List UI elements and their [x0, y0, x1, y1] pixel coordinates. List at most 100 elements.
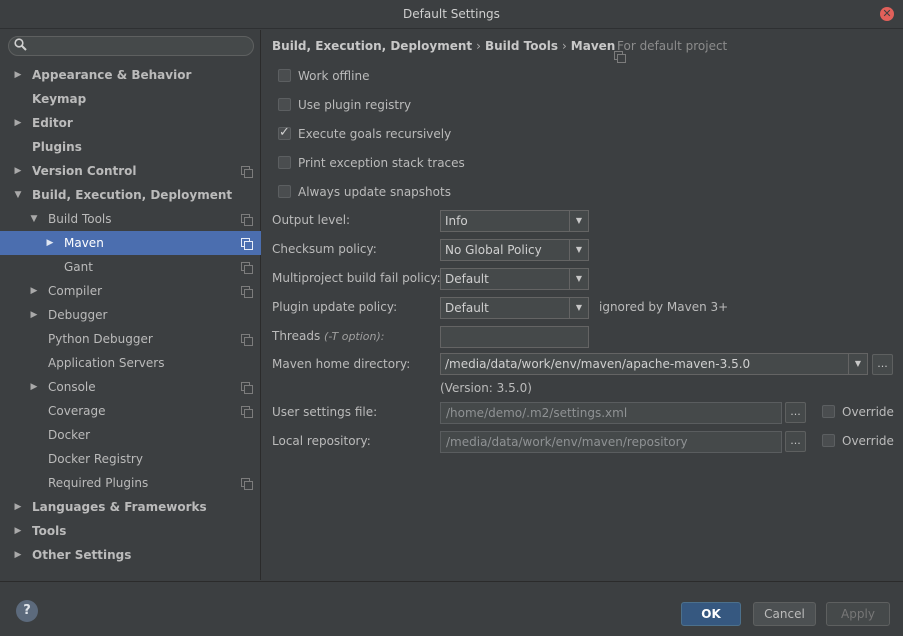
ok-button[interactable]: OK	[681, 602, 741, 626]
expand-right-icon[interactable]: ▶	[45, 231, 55, 255]
sidebar-item-compiler[interactable]: ▶ Compiler	[0, 279, 261, 303]
chevron-down-icon[interactable]: ▼	[569, 298, 588, 318]
user-settings-browse-button[interactable]: ...	[785, 402, 806, 423]
expand-down-icon[interactable]: ▼	[29, 207, 39, 231]
breadcrumb-part: Build Tools	[484, 39, 558, 53]
sidebar-item-build-execution-deployment[interactable]: ▼ Build, Execution, Deployment	[0, 183, 261, 207]
expand-right-icon[interactable]: ▶	[13, 543, 23, 567]
checkbox-box[interactable]	[278, 156, 291, 169]
search-icon	[14, 38, 27, 55]
checkbox-label: Execute goals recursively	[298, 127, 452, 141]
always-update-snapshots-checkbox[interactable]: Always update snapshots	[278, 183, 451, 201]
sidebar-item-editor[interactable]: ▶ Editor	[0, 111, 261, 135]
expand-down-icon[interactable]: ▼	[13, 183, 23, 207]
breadcrumb-separator: ›	[561, 39, 567, 53]
sidebar-item-label: Gant	[64, 260, 93, 274]
expand-right-icon[interactable]: ▶	[29, 375, 39, 399]
sidebar-item-coverage[interactable]: Coverage	[0, 399, 261, 423]
close-icon[interactable]: ✕	[880, 7, 894, 21]
expand-right-icon[interactable]: ▶	[29, 279, 39, 303]
threads-label-text: Threads	[272, 329, 321, 343]
chevron-down-icon[interactable]: ▼	[569, 240, 588, 260]
expand-right-icon[interactable]: ▶	[13, 495, 23, 519]
checksum-policy-select[interactable]: No Global Policy ▼	[440, 239, 589, 261]
chevron-down-icon[interactable]: ▼	[569, 269, 588, 289]
sidebar-item-other-settings[interactable]: ▶ Other Settings	[0, 543, 261, 567]
project-scope-icon	[241, 382, 253, 394]
expand-right-icon[interactable]: ▶	[13, 159, 23, 183]
sidebar-item-version-control[interactable]: ▶ Version Control	[0, 159, 261, 183]
sidebar-item-label: Coverage	[48, 404, 106, 418]
checkbox-box[interactable]	[822, 405, 835, 418]
sidebar-item-label: Console	[48, 380, 96, 394]
output-level-select[interactable]: Info ▼	[440, 210, 589, 232]
apply-button[interactable]: Apply	[826, 602, 890, 626]
sidebar-item-console[interactable]: ▶ Console	[0, 375, 261, 399]
plugin-update-policy-label: Plugin update policy:	[272, 300, 398, 314]
sidebar-item-languages-frameworks[interactable]: ▶ Languages & Frameworks	[0, 495, 261, 519]
sidebar-item-label: Other Settings	[32, 548, 132, 562]
expand-right-icon[interactable]: ▶	[13, 63, 23, 87]
checkbox-label: Always update snapshots	[298, 185, 451, 199]
plugin-update-policy-select[interactable]: Default ▼	[440, 297, 589, 319]
sidebar-item-label: Plugins	[32, 140, 82, 154]
expand-right-icon[interactable]: ▶	[13, 519, 23, 543]
expand-right-icon[interactable]: ▶	[29, 303, 39, 327]
checkbox-box[interactable]	[278, 98, 291, 111]
project-scope-icon	[241, 406, 253, 418]
sidebar-item-keymap[interactable]: Keymap	[0, 87, 261, 111]
breadcrumb-part: Maven	[570, 39, 616, 53]
use-plugin-registry-checkbox[interactable]: Use plugin registry	[278, 96, 411, 114]
sidebar-item-docker-registry[interactable]: Docker Registry	[0, 447, 261, 471]
local-repository-input[interactable]: /media/data/work/env/maven/repository	[440, 431, 782, 453]
checkbox-box[interactable]	[278, 185, 291, 198]
sidebar-item-required-plugins[interactable]: Required Plugins	[0, 471, 261, 495]
checkbox-label: Override	[842, 434, 894, 448]
project-scope-icon	[241, 238, 253, 250]
cancel-button[interactable]: Cancel	[753, 602, 816, 626]
help-icon[interactable]: ?	[16, 600, 38, 622]
title-bar: Default Settings ✕	[0, 0, 903, 29]
chevron-down-icon[interactable]: ▼	[569, 211, 588, 231]
sidebar-item-tools[interactable]: ▶ Tools	[0, 519, 261, 543]
user-settings-override-checkbox[interactable]: Override	[822, 403, 894, 421]
sidebar-item-debugger[interactable]: ▶ Debugger	[0, 303, 261, 327]
chevron-down-icon[interactable]: ▼	[848, 354, 867, 374]
user-settings-input[interactable]: /home/demo/.m2/settings.xml	[440, 402, 782, 424]
local-repository-override-checkbox[interactable]: Override	[822, 432, 894, 450]
print-exception-stack-traces-checkbox[interactable]: Print exception stack traces	[278, 154, 465, 172]
threads-input[interactable]	[440, 326, 589, 348]
search-input[interactable]	[8, 36, 254, 56]
threads-label: Threads (-T option):	[272, 325, 385, 347]
sidebar-item-label: Build Tools	[48, 212, 112, 226]
multiproject-fail-policy-select[interactable]: Default ▼	[440, 268, 589, 290]
breadcrumb: Build, Execution, Deployment › Build Tools…	[272, 39, 615, 53]
sidebar-item-gant[interactable]: Gant	[0, 255, 261, 279]
maven-home-select[interactable]: /media/data/work/env/maven/apache-maven-…	[440, 353, 868, 375]
checkbox-label: Print exception stack traces	[298, 156, 465, 170]
sidebar-item-label: Docker	[48, 428, 91, 442]
maven-home-browse-button[interactable]: ...	[872, 354, 893, 375]
sidebar-item-build-tools[interactable]: ▼ Build Tools	[0, 207, 261, 231]
select-value: Default	[445, 301, 489, 315]
local-repository-browse-button[interactable]: ...	[785, 431, 806, 452]
sidebar-item-label: Compiler	[48, 284, 103, 298]
sidebar-item-label: Application Servers	[48, 356, 165, 370]
plugin-update-policy-note: ignored by Maven 3+	[599, 300, 729, 314]
sidebar-item-application-servers[interactable]: Application Servers	[0, 351, 261, 375]
work-offline-checkbox[interactable]: Work offline	[278, 67, 369, 85]
project-scope-icon	[241, 214, 253, 226]
scope-text: For default project	[617, 39, 728, 53]
sidebar-item-appearance-behavior[interactable]: ▶ Appearance & Behavior	[0, 63, 261, 87]
sidebar-item-plugins[interactable]: Plugins	[0, 135, 261, 159]
expand-right-icon[interactable]: ▶	[13, 111, 23, 135]
checkbox-box[interactable]	[822, 434, 835, 447]
sidebar-item-docker[interactable]: Docker	[0, 423, 261, 447]
checkbox-box[interactable]	[278, 69, 291, 82]
project-scope-icon	[241, 478, 253, 490]
execute-goals-recursively-checkbox[interactable]: Execute goals recursively	[278, 124, 452, 143]
sidebar-item-label: Python Debugger	[48, 332, 153, 346]
sidebar-item-maven[interactable]: ▶ Maven	[0, 231, 261, 255]
checkbox-box[interactable]	[278, 124, 291, 142]
sidebar-item-python-debugger[interactable]: Python Debugger	[0, 327, 261, 351]
